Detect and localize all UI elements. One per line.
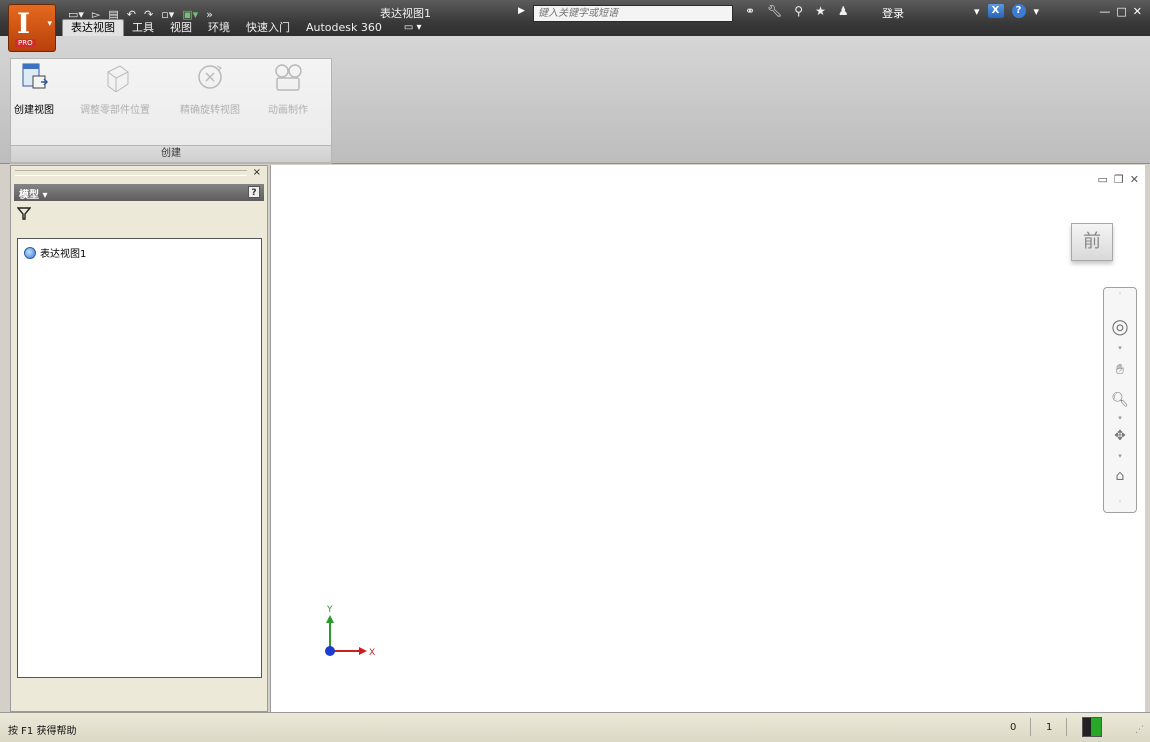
animate-button[interactable]: 动画制作 <box>268 62 308 116</box>
axis-y-label: Y <box>327 605 333 615</box>
window-title: 表达视图1 <box>380 7 431 20</box>
user-icon[interactable]: ♟ <box>838 4 849 18</box>
zoom-icon[interactable]: 🔍︎ <box>1104 392 1136 408</box>
tab-presentation[interactable]: 表达视图 <box>62 19 124 36</box>
tweak-components-icon <box>107 65 129 93</box>
application-menu-button[interactable]: I ▾ PRO <box>8 4 56 52</box>
precise-rotate-icon <box>198 65 222 89</box>
tab-environment[interactable]: 环境 <box>200 20 238 36</box>
subscription-icon[interactable]: ⚲ <box>794 4 803 18</box>
panel-title-create: 创建 <box>10 145 332 163</box>
precise-rotate-label: 精确旋转视图 <box>180 105 240 116</box>
viewport-controls: ▭ ❐ ✕ <box>1098 173 1140 186</box>
pro-badge: PRO <box>15 39 36 47</box>
status-count-occurrences: 0 <box>1010 722 1017 733</box>
dropdown-icon[interactable]: ▾ <box>974 5 980 18</box>
tree-item[interactable]: 表达视图1 <box>24 245 86 260</box>
redo-icon[interactable]: ↷ <box>144 8 153 21</box>
browser-grip[interactable] <box>15 170 247 176</box>
memory-gauge <box>1082 717 1102 737</box>
close-icon[interactable]: ✕ <box>1133 5 1142 18</box>
binoculars-icon[interactable]: ⚭ <box>745 4 755 18</box>
more-icon[interactable]: » <box>206 8 213 21</box>
navbar-bottom-dot: ◦ <box>1117 498 1123 506</box>
animate-label: 动画制作 <box>268 105 308 116</box>
viewport-minimize-icon[interactable]: ▭ <box>1098 173 1108 186</box>
search-input[interactable] <box>533 5 733 22</box>
create-view-button[interactable]: 创建视图 <box>14 62 54 116</box>
graphics-window[interactable]: ▭ ❐ ✕ 前 ◦ ◎ ▾ ✋︎ 🔍︎ ▾ ✥ ▾ ⌂ ◦ Y X <box>270 165 1145 712</box>
filter-icon[interactable] <box>17 206 31 220</box>
navbar-top-dot: ◦ <box>1117 290 1123 298</box>
right-title-icons: ▾ X ? ▾ <box>974 4 1039 18</box>
help-icon[interactable]: ? <box>1011 4 1026 18</box>
status-separator <box>1066 718 1067 736</box>
tab-autodesk-360[interactable]: Autodesk 360 <box>298 20 390 36</box>
status-bar: 按 F1 获得帮助 0 1 ⋰ <box>0 712 1150 742</box>
search-expand-icon[interactable]: ▶ <box>518 6 525 16</box>
tab-get-started[interactable]: 快速入门 <box>238 20 298 36</box>
axis-x-label: X <box>369 648 376 658</box>
pan-icon[interactable]: ✋︎ <box>1104 362 1136 378</box>
status-help-text: 按 F1 获得帮助 <box>8 726 77 737</box>
ribbon-tabs: 表达视图 工具 视图 环境 快速入门 Autodesk 360 ▭ ▾ <box>62 19 422 36</box>
chevron-down-icon: ▾ <box>47 19 52 29</box>
precise-rotate-button[interactable]: 精确旋转视图 <box>180 62 240 116</box>
status-count-documents: 1 <box>1046 722 1053 733</box>
steering-wheel-icon[interactable]: ◎ <box>1104 314 1136 338</box>
orbit-icon[interactable]: ✥ <box>1104 428 1136 444</box>
presentation-icon <box>24 246 36 259</box>
tree-item-label: 表达视图1 <box>40 249 87 260</box>
navbar-dot: ▾ <box>1118 452 1122 460</box>
resize-grip-icon[interactable]: ⋰ <box>1135 725 1144 735</box>
viewport-close-icon[interactable]: ✕ <box>1130 173 1139 186</box>
maximize-icon[interactable]: □ <box>1116 5 1126 18</box>
window-controls: — □ ✕ <box>1099 5 1142 18</box>
title-bar: ▭▾ ▻ ▤ ↶ ↷ ▫▾ ▣▾ » 表达视图1 ▶ ⚭ 🔧︎ ⚲ ★ ♟ 登录… <box>0 0 1150 36</box>
browser-title: 模型 ▾ <box>19 190 48 201</box>
info-center-icons: ⚭ 🔧︎ ⚲ ★ ♟ <box>745 4 849 18</box>
browser-close-icon[interactable]: × <box>253 167 261 178</box>
model-browser: × 模型 ▾ ? 表达视图1 <box>10 165 268 712</box>
browser-help-icon[interactable]: ? <box>248 186 260 198</box>
animate-icon <box>275 64 302 91</box>
appearance-icon[interactable]: ▣▾ <box>182 8 198 21</box>
browser-header[interactable]: 模型 ▾ ? <box>14 184 264 201</box>
help-dropdown-icon[interactable]: ▾ <box>1034 5 1040 18</box>
undo-icon[interactable]: ↶ <box>127 8 136 21</box>
navbar-dot: ▾ <box>1118 414 1122 422</box>
navbar-dot: ▾ <box>1118 344 1122 352</box>
tab-tools[interactable]: 工具 <box>124 20 162 36</box>
navigation-bar: ◦ ◎ ▾ ✋︎ 🔍︎ ▾ ✥ ▾ ⌂ ◦ <box>1103 287 1137 513</box>
ribbon-display-icon[interactable]: ▭ ▾ <box>390 20 422 36</box>
app-logo-glyph: I <box>17 7 31 40</box>
tab-view[interactable]: 视图 <box>162 20 200 36</box>
create-view-icon <box>22 63 49 89</box>
exchange-apps-icon[interactable]: X <box>987 4 1004 18</box>
model-tree: 表达视图1 <box>17 238 262 678</box>
tweak-components-button[interactable]: 调整零部件位置 <box>80 62 150 116</box>
login-button[interactable]: 登录 <box>882 5 904 21</box>
viewcube[interactable]: 前 <box>1071 223 1113 261</box>
coordinate-triad: Y X <box>321 605 381 665</box>
tweak-components-label: 调整零部件位置 <box>80 105 150 116</box>
look-at-icon[interactable]: ⌂ <box>1104 468 1136 484</box>
select-icon[interactable]: ▫▾ <box>161 8 174 21</box>
create-view-label: 创建视图 <box>14 105 54 116</box>
viewport-restore-icon[interactable]: ❐ <box>1114 173 1124 186</box>
status-separator <box>1030 718 1031 736</box>
favorites-icon[interactable]: ★ <box>815 4 826 18</box>
minimize-icon[interactable]: — <box>1099 5 1110 18</box>
wrench-icon[interactable]: 🔧︎ <box>767 4 782 18</box>
